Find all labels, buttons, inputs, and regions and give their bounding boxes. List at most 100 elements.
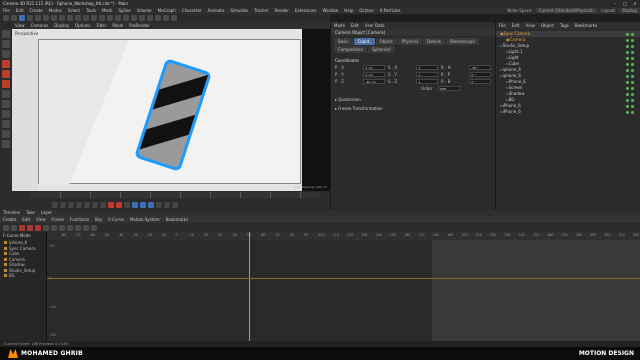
tab-details[interactable]: Details [422,38,445,45]
tl-object[interactable]: BG [0,273,46,279]
visibility-dot[interactable] [626,80,629,84]
tl-autokey-icon[interactable] [27,224,33,231]
axis-mode-icon[interactable] [2,90,10,98]
obj-menu-view[interactable]: View [522,23,538,28]
tl-step-icon[interactable] [67,224,73,231]
menu-extensions[interactable]: Extensions [292,8,320,13]
visibility-dot[interactable] [626,110,629,114]
attr-menu-edit[interactable]: Edit [348,23,362,28]
tab-physical[interactable]: Physical [397,38,422,45]
maximize-button[interactable]: □ [620,0,630,7]
menu-render[interactable]: Render [271,8,291,13]
minimize-button[interactable]: – [610,0,620,7]
current-frame-marker[interactable] [249,232,250,341]
solo-icon[interactable] [2,140,10,148]
obj-menu-file[interactable]: File [496,23,509,28]
obj-menu-object[interactable]: Object [538,23,557,28]
texture-mode-icon[interactable] [2,50,10,58]
attr-menu-userdata[interactable]: User Data [362,23,388,28]
layout-dropdown[interactable]: Startup [619,8,640,13]
prev-key-icon[interactable] [60,201,66,208]
pos-x-field[interactable]: 0 cm [363,65,385,70]
order-dropdown[interactable]: HPB [438,86,460,91]
tl-menu-edit[interactable]: Edit [19,217,33,222]
obj-menu-tags[interactable]: Tags [557,23,572,28]
render-dot[interactable] [631,92,634,96]
light-icon[interactable] [171,15,177,21]
viewport[interactable]: Perspective Grid Spacing: 100 cm [12,29,330,191]
render-dot[interactable] [631,68,634,72]
rot-p-field[interactable]: 0 ° [469,72,491,77]
floor-icon[interactable] [155,15,161,21]
tl-ease-out-icon[interactable] [83,224,89,231]
tab-basic[interactable]: Basic [334,38,353,45]
menu-help[interactable]: Help [341,8,356,13]
array-icon[interactable] [139,15,145,21]
freeze-transformation-subsection[interactable]: Freeze Transformation [331,104,495,113]
x-axis-icon[interactable] [59,15,65,21]
tl-menu-view[interactable]: View [33,217,49,222]
tl-spline-icon[interactable] [59,224,65,231]
fcurve-line[interactable] [47,278,640,279]
visibility-dot[interactable] [626,98,629,102]
menu-window[interactable]: Window [319,8,341,13]
tl-frame-all-icon[interactable] [43,224,49,231]
tl-menu-create[interactable]: Create [0,217,19,222]
menu-file[interactable]: File [0,8,13,13]
menu-character[interactable]: Character [179,8,205,13]
render-dot[interactable] [631,86,634,90]
tl-menu-key[interactable]: Key [92,217,105,222]
tab-layer[interactable]: Layer [38,210,55,215]
tl-menu-bookmarks[interactable]: Bookmarks [163,217,191,222]
rot-b-field[interactable]: 0 ° [469,79,491,84]
tab-coord[interactable]: Coord. [353,38,375,45]
visibility-dot[interactable] [626,92,629,96]
fcurve-ruler[interactable]: -80-70-60-50-40-30-20-100102030405060708… [47,232,640,240]
tab-composition[interactable]: Composition [334,46,367,53]
tl-menu-functions[interactable]: Functions [67,217,92,222]
tab-stereoscopic[interactable]: Stereoscopic [445,38,480,45]
visibility-dot[interactable] [626,32,629,36]
menu-mograph[interactable]: MoGraph [155,8,179,13]
render-dot[interactable] [631,74,634,78]
tl-record-icon[interactable] [19,224,25,231]
key-scale-icon[interactable] [140,201,146,208]
visibility-dot[interactable] [626,74,629,78]
vp-menu-view[interactable]: View [12,23,28,28]
timeline-ruler[interactable] [30,192,320,198]
visibility-dot[interactable] [626,86,629,90]
render-dot[interactable] [631,44,634,48]
tab-take[interactable]: Take [23,210,38,215]
vp-menu-options[interactable]: Options [72,23,93,28]
visibility-dot[interactable] [626,50,629,54]
obj-menu-bookmarks[interactable]: Bookmarks [572,23,600,28]
object-row[interactable]: ▫ iPhone_6 [496,109,640,115]
tl-menu-frame[interactable]: Frame [49,217,67,222]
menu-create[interactable]: Create [26,8,45,13]
render-dot[interactable] [631,50,634,54]
tweak-mode-icon[interactable] [2,100,10,108]
menu-tracker[interactable]: Tracker [251,8,271,13]
menu-animate[interactable]: Animate [205,8,228,13]
undo-icon[interactable] [3,15,9,21]
model-mode-icon[interactable] [2,40,10,48]
key-param-icon[interactable] [156,201,162,208]
y-axis-icon[interactable] [67,15,73,21]
pos-y-field[interactable]: 0 cm [363,72,385,77]
next-key-icon[interactable] [92,201,98,208]
obj-menu-edit[interactable]: Edit [509,23,523,28]
edges-mode-icon[interactable] [2,70,10,78]
menu-octane[interactable]: Octane [356,8,376,13]
node-space-dropdown[interactable]: Current (Standard/Physical) [535,8,597,13]
render-dot[interactable] [631,62,634,66]
move-icon[interactable] [27,15,33,21]
bend-icon[interactable] [147,15,153,21]
render-dot[interactable] [631,110,634,114]
pen-icon[interactable] [123,15,129,21]
tl-ease-in-icon[interactable] [75,224,81,231]
visibility-dot[interactable] [626,56,629,60]
points-mode-icon[interactable] [2,60,10,68]
tl-key-mode-icon[interactable] [3,224,9,231]
tab-object[interactable]: Object [375,38,397,45]
go-to-end-icon[interactable] [100,201,106,208]
